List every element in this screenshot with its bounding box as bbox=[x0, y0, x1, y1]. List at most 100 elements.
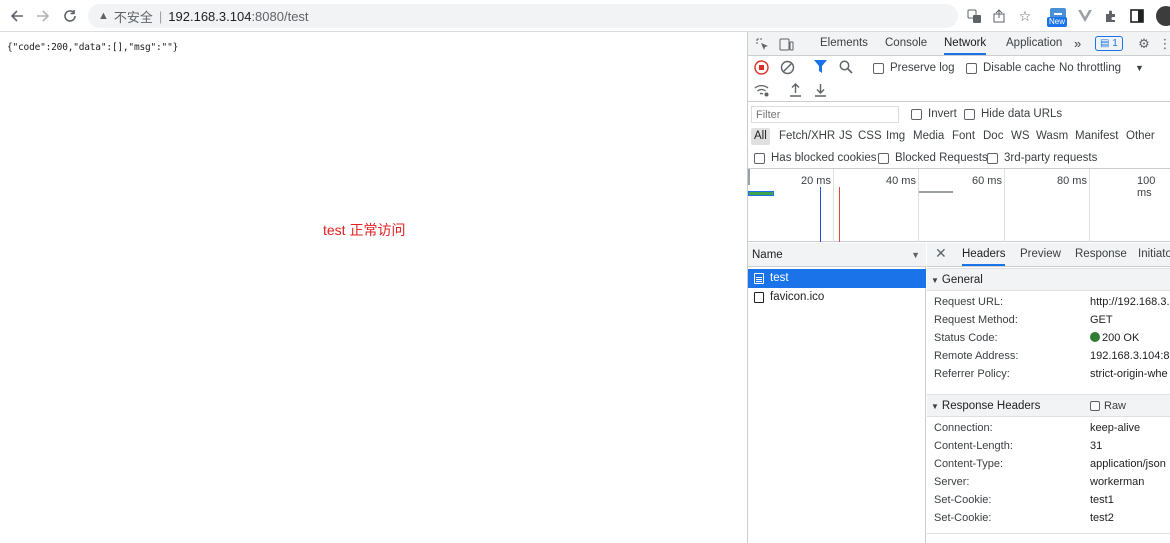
hide-data-urls-label: Hide data URLs bbox=[981, 108, 1063, 120]
search-icon[interactable] bbox=[839, 60, 853, 74]
header-key: Request Method: bbox=[934, 314, 1018, 326]
raw-box[interactable] bbox=[1090, 401, 1100, 411]
type-filter-manifest[interactable]: Manifest bbox=[1072, 128, 1121, 145]
overview-tick-label: 20 ms bbox=[801, 175, 831, 187]
inspect-element-icon[interactable] bbox=[754, 35, 770, 53]
type-filter-font[interactable]: Font bbox=[949, 128, 978, 145]
tab-application[interactable]: Application bbox=[1006, 32, 1062, 55]
settings-gear-icon[interactable]: ⚙ bbox=[1136, 35, 1152, 53]
invert-checkbox[interactable]: Invert bbox=[911, 108, 957, 120]
blocked-cookies-checkbox[interactable]: Has blocked cookies bbox=[754, 152, 876, 164]
tab-elements[interactable]: Elements bbox=[820, 32, 868, 55]
translate-icon[interactable] bbox=[964, 6, 984, 26]
type-filter-img[interactable]: Img bbox=[883, 128, 908, 145]
throttling-select[interactable]: No throttling ▼ bbox=[1059, 62, 1144, 74]
security-status[interactable]: 不安全 bbox=[114, 7, 153, 26]
browser-toolbar: ▲ 不安全 | 192.168.3.104:8080/test ☆ New bbox=[0, 0, 1170, 32]
header-value: test2 bbox=[1090, 512, 1114, 524]
type-filter-wasm[interactable]: Wasm bbox=[1033, 128, 1071, 145]
type-filter-fetch-xhr[interactable]: Fetch/XHR bbox=[776, 128, 838, 145]
raw-label: Raw bbox=[1104, 400, 1127, 412]
filter-funnel-icon[interactable] bbox=[814, 60, 827, 73]
star-icon[interactable]: ☆ bbox=[1015, 6, 1035, 26]
disable-cache-checkbox[interactable]: Disable cache bbox=[966, 62, 1055, 74]
general-row: Remote Address: 192.168.3.104:80 bbox=[927, 347, 1170, 365]
filter-input[interactable] bbox=[751, 106, 899, 123]
close-icon[interactable]: ✕ bbox=[935, 245, 947, 262]
type-filter-css[interactable]: CSS bbox=[855, 128, 885, 145]
page-content: {"code":200,"data":[],"msg":""} test 正常访… bbox=[0, 32, 747, 543]
preserve-log-box[interactable] bbox=[873, 62, 884, 74]
type-filter-media[interactable]: Media bbox=[910, 128, 947, 145]
type-filter-all[interactable]: All bbox=[751, 128, 770, 145]
overview-tick-label: 60 ms bbox=[972, 175, 1002, 187]
tab-initiator[interactable]: Initiator bbox=[1138, 243, 1170, 266]
name-column-label: Name bbox=[752, 249, 783, 261]
invert-box[interactable] bbox=[911, 108, 922, 120]
device-toolbar-icon[interactable] bbox=[778, 35, 794, 53]
avatar-icon[interactable] bbox=[1156, 6, 1170, 26]
preserve-log-checkbox[interactable]: Preserve log bbox=[873, 62, 955, 74]
third-party-box[interactable] bbox=[987, 152, 998, 164]
name-column-header[interactable]: Name ▼ bbox=[748, 243, 926, 267]
forward-arrow-icon[interactable] bbox=[33, 6, 53, 26]
blocked-cookies-box[interactable] bbox=[754, 152, 765, 164]
record-stop-icon[interactable] bbox=[754, 60, 769, 75]
new-badge: New bbox=[1047, 17, 1068, 27]
vuejs-icon[interactable] bbox=[1075, 6, 1095, 26]
type-filter-other[interactable]: Other bbox=[1123, 128, 1158, 145]
response-header-row: Content-Type: application/json bbox=[927, 455, 1170, 473]
response-headers-section-header[interactable]: ▼ Response Headers Raw bbox=[927, 394, 1170, 417]
more-tabs-button[interactable]: » bbox=[1074, 32, 1081, 55]
json-response-text: {"code":200,"data":[],"msg":""} bbox=[7, 42, 179, 53]
request-list: Name ▼ test favicon.ico bbox=[748, 243, 926, 543]
import-har-icon[interactable] bbox=[789, 83, 802, 97]
hide-data-urls-checkbox[interactable]: Hide data URLs bbox=[964, 108, 1062, 120]
more-filters-row: Has blocked cookies Blocked Requests 3rd… bbox=[748, 148, 1170, 169]
tab-preview[interactable]: Preview bbox=[1020, 243, 1061, 266]
header-key: Referrer Policy: bbox=[934, 368, 1010, 380]
export-har-icon[interactable] bbox=[814, 83, 827, 97]
tab-console[interactable]: Console bbox=[885, 32, 927, 55]
overview-request-bar bbox=[748, 191, 774, 196]
network-overview-timeline[interactable]: 20 ms 40 ms 60 ms 80 ms 100 ms bbox=[748, 169, 1170, 242]
disable-cache-label: Disable cache bbox=[983, 62, 1056, 74]
type-filter-ws[interactable]: WS bbox=[1008, 128, 1033, 145]
header-value: workerman bbox=[1090, 476, 1145, 488]
tab-headers[interactable]: Headers bbox=[962, 243, 1006, 266]
overview-gridline bbox=[918, 169, 919, 242]
blocked-requests-box[interactable] bbox=[878, 152, 889, 164]
network-toolbar: Preserve log Disable cache No throttling… bbox=[748, 56, 1170, 80]
third-party-checkbox[interactable]: 3rd-party requests bbox=[987, 152, 1097, 164]
general-section-header[interactable]: ▼ General bbox=[927, 268, 1170, 291]
tab-response[interactable]: Response bbox=[1075, 243, 1127, 266]
request-row-favicon[interactable]: favicon.ico bbox=[748, 288, 926, 307]
more-options-icon[interactable]: ⋮ bbox=[1159, 35, 1170, 53]
network-conditions-icon[interactable] bbox=[754, 83, 770, 97]
disable-cache-box[interactable] bbox=[966, 62, 977, 74]
sidebar-icon[interactable] bbox=[1127, 6, 1147, 26]
puzzle-icon[interactable] bbox=[1101, 6, 1121, 26]
request-name: favicon.ico bbox=[770, 291, 825, 303]
file-icon bbox=[754, 292, 764, 303]
reload-icon[interactable] bbox=[60, 6, 80, 26]
status-code-value: 200 OK bbox=[1090, 329, 1139, 347]
tab-network[interactable]: Network bbox=[944, 32, 987, 55]
blocked-requests-checkbox[interactable]: Blocked Requests bbox=[878, 152, 988, 164]
type-filter-js[interactable]: JS bbox=[836, 128, 855, 145]
back-arrow-icon[interactable] bbox=[7, 6, 27, 26]
general-row: Status Code: 200 OK bbox=[927, 329, 1170, 347]
raw-checkbox[interactable]: Raw bbox=[1090, 395, 1126, 417]
response-header-row: Connection: keep-alive bbox=[927, 419, 1170, 437]
url-path: :8080/test bbox=[251, 8, 309, 24]
address-bar[interactable]: ▲ 不安全 | 192.168.3.104:8080/test bbox=[88, 4, 958, 28]
hide-data-urls-box[interactable] bbox=[964, 108, 975, 120]
devtools-panel: Elements Console Network Application » ▤… bbox=[747, 32, 1170, 543]
type-filter-doc[interactable]: Doc bbox=[980, 128, 1006, 145]
issues-badge[interactable]: ▤ 1 bbox=[1095, 36, 1123, 51]
general-row: Request Method: GET bbox=[927, 311, 1170, 329]
request-row-test[interactable]: test bbox=[748, 269, 926, 288]
share-icon[interactable] bbox=[989, 6, 1009, 26]
clear-icon[interactable] bbox=[780, 60, 795, 75]
network-toolbar-secondary bbox=[748, 80, 1170, 102]
